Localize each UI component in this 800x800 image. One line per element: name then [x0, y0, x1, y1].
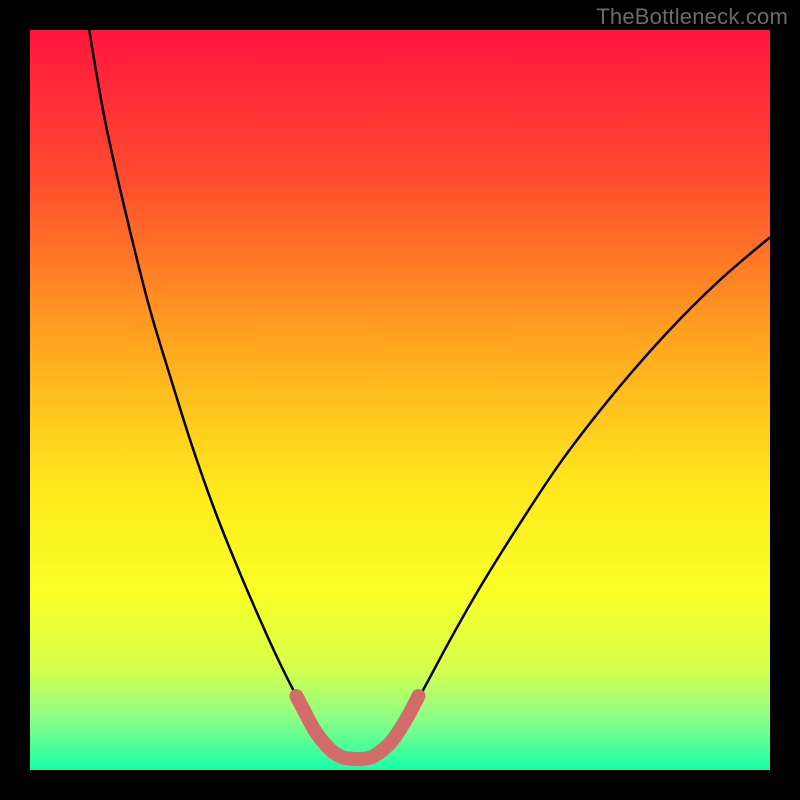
chart-frame: TheBottleneck.com	[0, 0, 800, 800]
plot-area	[30, 30, 770, 770]
gradient-background	[30, 30, 770, 770]
watermark-text: TheBottleneck.com	[596, 4, 788, 30]
chart-svg	[30, 30, 770, 770]
